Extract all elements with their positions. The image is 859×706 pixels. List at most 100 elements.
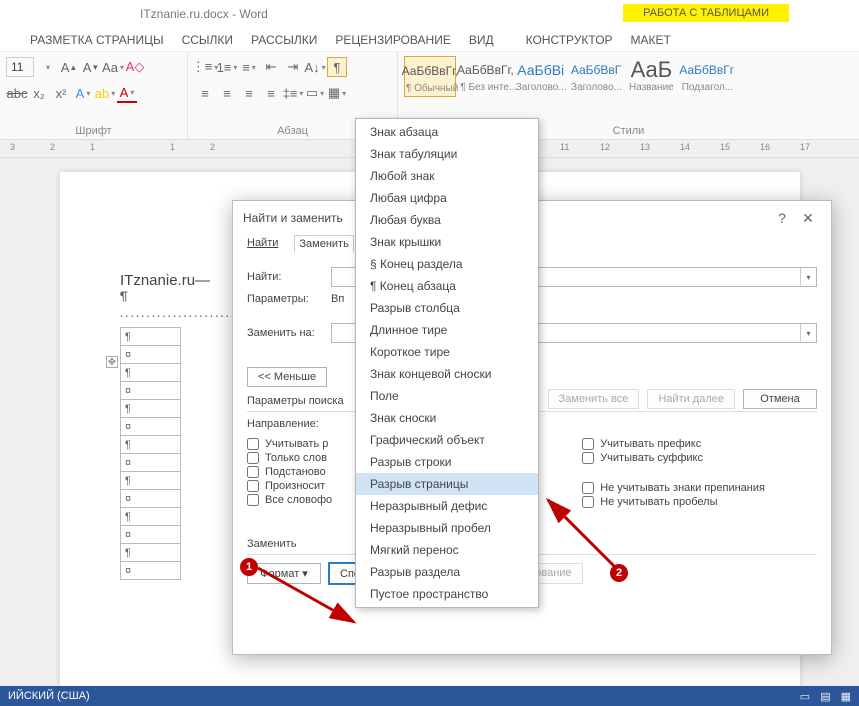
- menu-item[interactable]: Знак табуляции: [356, 143, 538, 165]
- menu-item[interactable]: Любой знак: [356, 165, 538, 187]
- replace-all-button[interactable]: Заменить все: [548, 389, 640, 409]
- shrink-font-icon[interactable]: A▼: [81, 57, 101, 77]
- show-marks-icon[interactable]: ¶: [327, 57, 347, 77]
- table-move-handle[interactable]: ✥: [106, 356, 118, 368]
- menu-item[interactable]: Разрыв строки: [356, 451, 538, 473]
- style-title[interactable]: АаБНазвание: [625, 56, 677, 95]
- tab-constructor[interactable]: КОНСТРУКТОР: [526, 33, 613, 47]
- annotation-2: 2: [610, 564, 628, 582]
- superscript-icon[interactable]: x²: [51, 83, 71, 103]
- ribbon-tabs: РАЗМЕТКА СТРАНИЦЫ ССЫЛКИ РАССЫЛКИ РЕЦЕНЗ…: [0, 28, 859, 52]
- menu-item[interactable]: Любая цифра: [356, 187, 538, 209]
- borders-icon[interactable]: ▦: [327, 83, 347, 103]
- less-button[interactable]: << Меньше: [247, 367, 327, 387]
- text-effects-icon[interactable]: A: [73, 83, 93, 103]
- menu-item[interactable]: Знак крышки: [356, 231, 538, 253]
- chk-case[interactable]: [247, 438, 259, 450]
- cancel-button[interactable]: Отмена: [743, 389, 817, 409]
- numbering-icon[interactable]: 1≡: [217, 57, 237, 77]
- view-read-icon[interactable]: ▭: [800, 690, 810, 703]
- table-row: ¤: [121, 526, 181, 544]
- highlight-icon[interactable]: ab: [95, 83, 115, 103]
- grow-font-icon[interactable]: A▲: [59, 57, 79, 77]
- tab-references[interactable]: ССЫЛКИ: [182, 33, 233, 47]
- menu-item[interactable]: Поле: [356, 385, 538, 407]
- dialog-close-button[interactable]: ✕: [795, 210, 821, 227]
- menu-item[interactable]: Разрыв столбца: [356, 297, 538, 319]
- table-row: ¤: [121, 418, 181, 436]
- replace-label: Заменить на:: [247, 327, 323, 339]
- find-next-button[interactable]: Найти далее: [647, 389, 735, 409]
- menu-item[interactable]: Разрыв страницы: [356, 473, 538, 495]
- menu-item[interactable]: ¶ Конец абзаца: [356, 275, 538, 297]
- tab-layout[interactable]: МАКЕТ: [631, 33, 671, 47]
- chk-suffix[interactable]: [582, 452, 594, 464]
- tab-mailings[interactable]: РАССЫЛКИ: [251, 33, 317, 47]
- view-print-icon[interactable]: ▤: [820, 690, 830, 703]
- find-drop-icon[interactable]: ▾: [800, 268, 816, 286]
- font-size-drop[interactable]: [37, 57, 57, 77]
- menu-item[interactable]: Короткое тире: [356, 341, 538, 363]
- sort-icon[interactable]: A↓: [305, 57, 325, 77]
- menu-item[interactable]: Разрыв раздела: [356, 561, 538, 583]
- align-center-icon[interactable]: ≡: [217, 83, 237, 103]
- status-language[interactable]: ИЙСКИЙ (США): [8, 690, 90, 702]
- chk-prefix[interactable]: [582, 438, 594, 450]
- change-case-icon[interactable]: Aa: [103, 57, 123, 77]
- menu-item[interactable]: Мягкий перенос: [356, 539, 538, 561]
- tab-page-layout[interactable]: РАЗМЕТКА СТРАНИЦЫ: [30, 33, 164, 47]
- tab-find[interactable]: Найти: [243, 235, 282, 253]
- align-left-icon[interactable]: ≡: [195, 83, 215, 103]
- styles-gallery[interactable]: АаБбВвГг,¶ Обычный АаБбВвГг,¶ Без инте..…: [404, 56, 853, 97]
- tab-replace[interactable]: Заменить: [294, 235, 353, 253]
- decrease-indent-icon[interactable]: ⇤: [261, 57, 281, 77]
- tab-view[interactable]: ВИД: [469, 33, 494, 47]
- align-right-icon[interactable]: ≡: [239, 83, 259, 103]
- table-row: ¶: [121, 508, 181, 526]
- menu-item[interactable]: Любая буква: [356, 209, 538, 231]
- menu-item[interactable]: Неразрывный пробел: [356, 517, 538, 539]
- chk-word-forms[interactable]: [247, 494, 259, 506]
- doc-table[interactable]: ¶ ¤ ¶ ¤ ¶ ¤ ¶ ¤ ¶ ¤ ¶ ¤ ¶ ¤: [120, 327, 181, 580]
- font-color-icon[interactable]: A: [117, 83, 137, 103]
- style-heading1[interactable]: АаБбВіЗаголово...: [515, 56, 567, 95]
- clear-format-icon[interactable]: A◇: [125, 57, 145, 77]
- justify-icon[interactable]: ≡: [261, 83, 281, 103]
- table-row: ¤: [121, 346, 181, 364]
- menu-item[interactable]: Пустое пространство: [356, 583, 538, 605]
- chk-wildcards[interactable]: [247, 466, 259, 478]
- shading-icon[interactable]: ▭: [305, 83, 325, 103]
- style-subtitle[interactable]: АаБбВвГгПодзагол...: [681, 56, 733, 95]
- view-web-icon[interactable]: ▦: [841, 690, 851, 703]
- menu-item[interactable]: Знак сноски: [356, 407, 538, 429]
- chk-sounds-like[interactable]: [247, 480, 259, 492]
- table-row: ¤: [121, 382, 181, 400]
- dialog-help-button[interactable]: ?: [769, 210, 795, 226]
- arrow-1: [254, 564, 364, 634]
- menu-item[interactable]: Неразрывный дефис: [356, 495, 538, 517]
- increase-indent-icon[interactable]: ⇥: [283, 57, 303, 77]
- bullets-icon[interactable]: ⋮≡: [195, 57, 215, 77]
- params-label: Параметры:: [247, 293, 323, 305]
- params-value: Вп: [331, 293, 344, 305]
- line-spacing-icon[interactable]: ‡≡: [283, 83, 303, 103]
- strikethrough-icon[interactable]: abc: [7, 83, 27, 103]
- table-row: ¤: [121, 490, 181, 508]
- multilevel-list-icon[interactable]: ≡: [239, 57, 259, 77]
- menu-item[interactable]: Длинное тире: [356, 319, 538, 341]
- menu-item[interactable]: § Конец раздела: [356, 253, 538, 275]
- menu-item[interactable]: Графический объект: [356, 429, 538, 451]
- style-heading2[interactable]: АаБбВвГЗаголово...: [570, 56, 622, 95]
- dialog-action-buttons: Заменить все Найти далее Отмена: [548, 389, 817, 409]
- chk-whole-word[interactable]: [247, 452, 259, 464]
- menu-item[interactable]: Знак абзаца: [356, 121, 538, 143]
- font-size-input[interactable]: 11: [6, 57, 34, 77]
- tab-review[interactable]: РЕЦЕНЗИРОВАНИЕ: [335, 33, 450, 47]
- menu-item[interactable]: Знак концевой сноски: [356, 363, 538, 385]
- style-normal[interactable]: АаБбВвГг,¶ Обычный: [404, 56, 456, 97]
- chk-ignore-punct[interactable]: [582, 482, 594, 494]
- subscript-icon[interactable]: x₂: [29, 83, 49, 103]
- style-no-spacing[interactable]: АаБбВвГг,¶ Без инте...: [459, 56, 511, 95]
- table-row: ¶: [121, 436, 181, 454]
- replace-drop-icon[interactable]: ▾: [800, 324, 816, 342]
